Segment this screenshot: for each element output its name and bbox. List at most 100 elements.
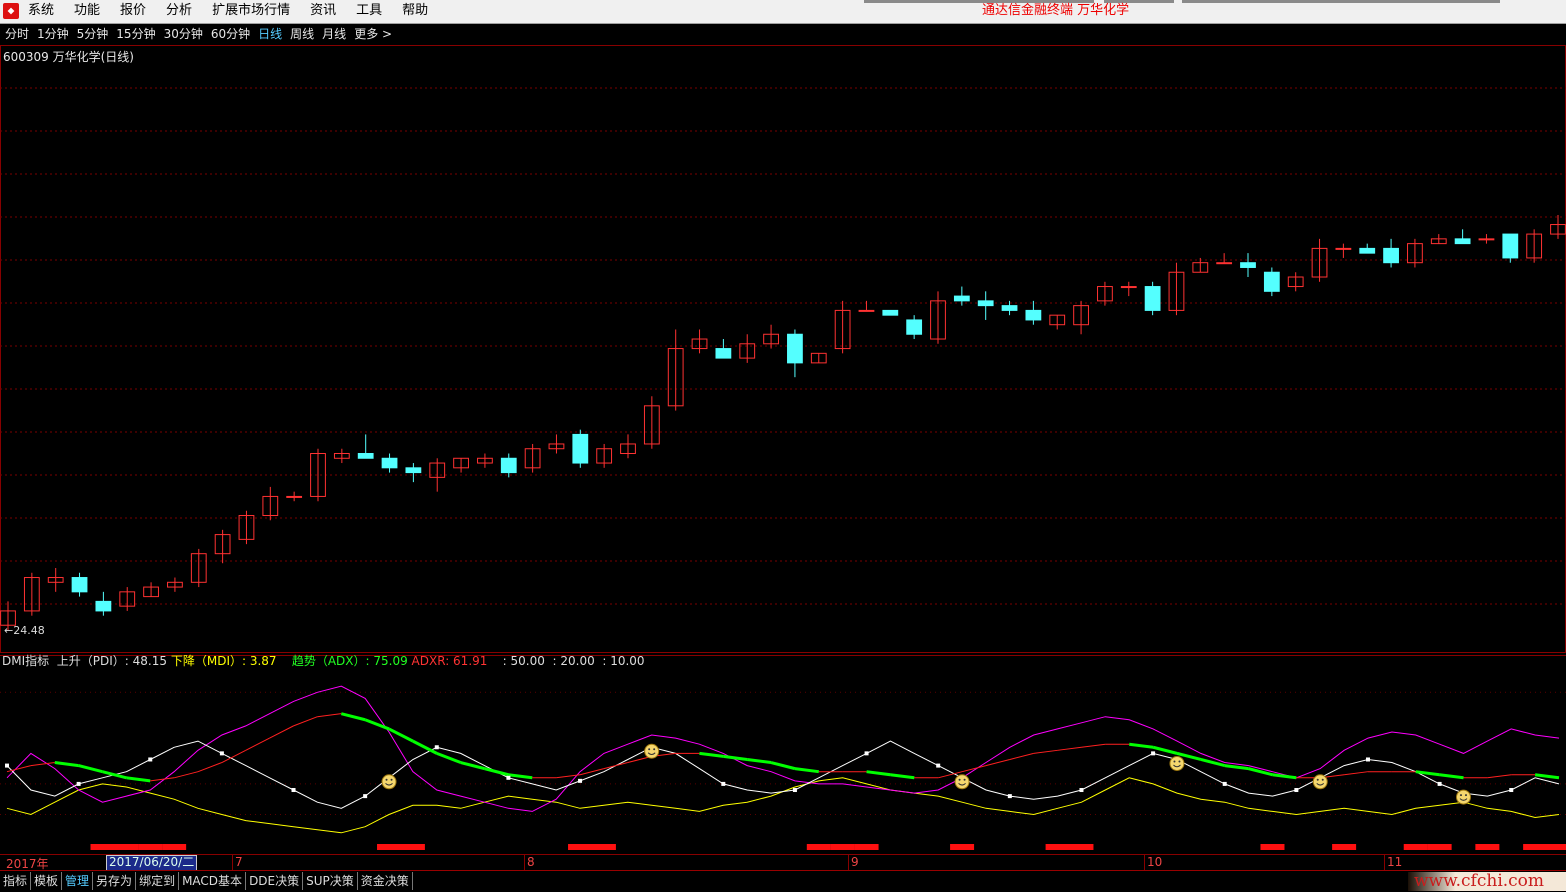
candle[interactable] (47, 567, 64, 592)
candle[interactable] (357, 434, 374, 459)
candle[interactable] (262, 486, 279, 521)
candle[interactable] (238, 510, 255, 545)
indicator-tab-2[interactable]: 管理 (62, 872, 94, 890)
candle[interactable] (453, 457, 469, 473)
period-tab-4[interactable]: 30分钟 (164, 27, 203, 41)
menu-item-4[interactable]: 扩展市场行情 (212, 3, 290, 19)
smiley-icon (1312, 774, 1328, 790)
candle[interactable] (1407, 238, 1423, 268)
candle[interactable] (1144, 281, 1161, 316)
candle[interactable] (1550, 215, 1566, 239)
adx-segment (364, 718, 390, 731)
candle[interactable] (763, 324, 779, 349)
period-tabs: 分时 1分钟 5分钟 15分钟 30分钟 60分钟 日线 周线 月线 更多 > (5, 27, 400, 41)
indicator-tabs: 指标 模板 管理 另存为 绑定到 MACD基本 DDE决策 SUP决策 资金决策 (0, 872, 413, 890)
period-tab-3[interactable]: 15分钟 (116, 27, 155, 41)
indicator-tab-8[interactable]: 资金决策 (358, 872, 413, 890)
indicator-tab-5[interactable]: MACD基本 (179, 872, 247, 890)
candle[interactable] (1478, 234, 1495, 244)
period-tab-6[interactable]: 日线 (258, 27, 282, 41)
candle[interactable] (214, 529, 231, 564)
candle[interactable] (1359, 243, 1376, 254)
candle[interactable] (95, 591, 112, 616)
indicator-tab-3[interactable]: 另存为 (93, 872, 137, 890)
candle[interactable] (1240, 253, 1256, 278)
menu-item-6[interactable]: 工具 (356, 3, 382, 19)
indicator-tab-7[interactable]: SUP决策 (303, 872, 358, 890)
menu-item-7[interactable]: 帮助 (402, 3, 428, 19)
menu-item-0[interactable]: 系统 (28, 3, 54, 19)
candle[interactable] (477, 453, 493, 468)
candle[interactable] (739, 334, 756, 363)
candle[interactable] (572, 429, 589, 468)
candle[interactable] (977, 291, 994, 320)
candle[interactable] (1001, 300, 1018, 316)
period-tab-0[interactable]: 分时 (5, 27, 29, 41)
period-tab-7[interactable]: 周线 (290, 27, 314, 41)
adx-segment (723, 754, 748, 761)
menu-item-1[interactable]: 功能 (74, 3, 100, 19)
menu-item-3[interactable]: 分析 (166, 3, 192, 19)
candle[interactable] (524, 443, 541, 473)
candle[interactable] (1049, 314, 1066, 330)
candle[interactable] (333, 448, 350, 464)
candle[interactable] (858, 300, 875, 312)
candle[interactable] (596, 443, 613, 468)
candle[interactable] (1454, 229, 1471, 245)
candle[interactable] (810, 352, 827, 364)
candle[interactable] (1216, 253, 1233, 265)
candle[interactable] (1430, 234, 1447, 245)
period-tab-9[interactable]: 更多 > (354, 27, 392, 41)
menu-item-2[interactable]: 报价 (120, 3, 146, 19)
candle[interactable] (190, 548, 207, 588)
candle[interactable] (1526, 229, 1543, 263)
candle[interactable] (1168, 262, 1185, 316)
candlestick-chart[interactable] (0, 45, 1566, 653)
candle[interactable] (1287, 272, 1304, 292)
candle[interactable] (1502, 233, 1519, 263)
candle[interactable] (286, 491, 303, 502)
candle[interactable] (930, 291, 946, 344)
candle[interactable] (23, 572, 40, 616)
indicator-tab-0[interactable]: 指标 (0, 872, 32, 890)
candle[interactable] (643, 396, 660, 449)
indicator-tab-4[interactable]: 绑定到 (136, 872, 180, 890)
candle[interactable] (143, 582, 159, 598)
candle[interactable] (1263, 267, 1280, 297)
candle[interactable] (500, 453, 517, 478)
candle[interactable] (834, 300, 851, 354)
candle[interactable] (167, 577, 183, 592)
candle[interactable] (405, 463, 422, 483)
candle[interactable] (71, 572, 88, 597)
candle[interactable] (882, 309, 899, 316)
candle[interactable] (715, 339, 732, 359)
period-tab-8[interactable]: 月线 (322, 27, 346, 41)
candle-body (906, 319, 923, 335)
candle[interactable] (620, 434, 636, 459)
period-tab-2[interactable]: 5分钟 (77, 27, 109, 41)
candle[interactable] (787, 329, 803, 378)
adx-segment (412, 739, 438, 755)
candle[interactable] (381, 453, 398, 473)
period-tab-1[interactable]: 1分钟 (37, 27, 69, 41)
candle[interactable] (691, 329, 708, 354)
indicator-tab-1[interactable]: 模板 (31, 872, 63, 890)
menu-item-5[interactable]: 资讯 (310, 3, 336, 19)
candle[interactable] (906, 315, 923, 340)
candle[interactable] (548, 434, 565, 454)
candle[interactable] (310, 448, 326, 502)
dmi-indicator-chart[interactable] (0, 655, 1566, 854)
candle[interactable] (429, 458, 446, 492)
candle[interactable] (1097, 281, 1113, 306)
indicator-tab-6[interactable]: DDE决策 (246, 872, 304, 890)
adx-segment (221, 749, 246, 763)
candle[interactable] (1073, 300, 1089, 335)
candle[interactable] (1311, 238, 1328, 282)
candle[interactable] (1120, 281, 1137, 297)
candle[interactable] (667, 329, 684, 411)
period-tab-5[interactable]: 60分钟 (211, 27, 250, 41)
candle[interactable] (1335, 243, 1352, 258)
candle[interactable] (1383, 238, 1399, 268)
candle[interactable] (1025, 300, 1042, 325)
candle[interactable] (119, 587, 136, 611)
